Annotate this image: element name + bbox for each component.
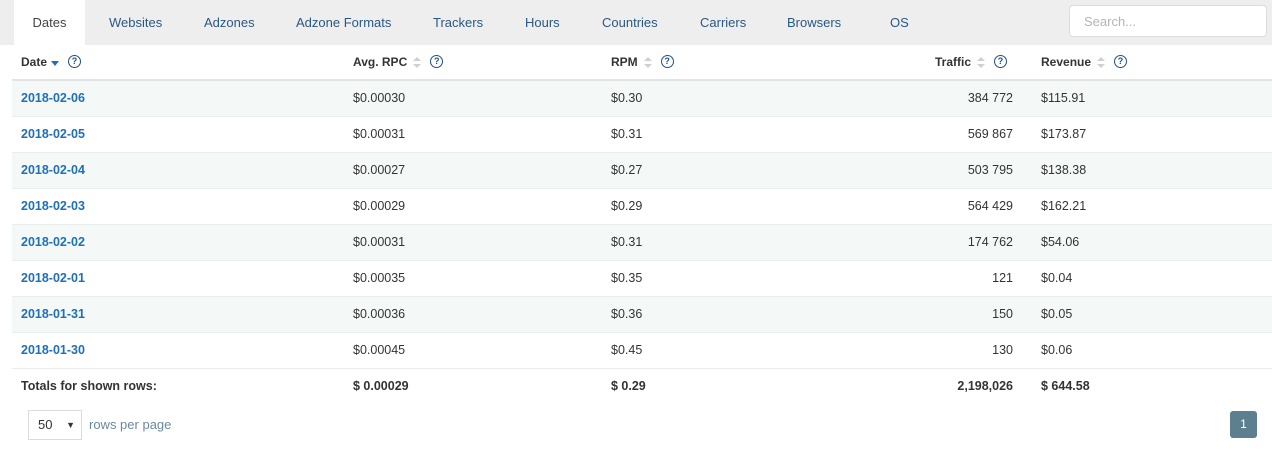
date-link[interactable]: 2018-02-06 (21, 81, 85, 116)
traffic-cell: 130 (992, 343, 1013, 357)
traffic-cell: 121 (992, 271, 1013, 285)
tab-carriers[interactable]: Carriers (700, 0, 746, 45)
column-label: Revenue (1041, 55, 1092, 69)
avg-rpc-cell: $0.00031 (353, 235, 406, 249)
help-icon[interactable]: ? (68, 54, 82, 68)
rpm-cell: $0.36 (611, 307, 643, 321)
avg-rpc-cell: $0.00035 (353, 271, 406, 285)
date-link[interactable]: 2018-02-02 (21, 225, 85, 260)
column-header-traffic[interactable]: Traffic? (935, 45, 1008, 79)
rpm-cell: $0.45 (611, 343, 643, 357)
date-link[interactable]: 2018-02-04 (21, 153, 85, 188)
traffic-cell: 150 (992, 307, 1013, 321)
rpm-cell: $0.27 (611, 163, 643, 177)
column-label: Avg. RPC (353, 55, 408, 69)
sort-icon (1097, 56, 1106, 69)
sort-icon (643, 56, 652, 69)
revenue-cell: $54.06 (1041, 235, 1080, 249)
avg-rpc-cell: $0.00030 (353, 91, 406, 105)
table-row: 2018-02-01 $0.00035 $0.35 121 $0.04 (12, 261, 1272, 297)
total-avg-rpc: $ 0.00029 (353, 379, 409, 393)
rows-per-page-label: rows per page (89, 417, 172, 432)
table-row: 2018-02-05 $0.00031 $0.31 569 867 $173.8… (12, 117, 1272, 153)
rows-per-page-select[interactable]: 50 ▼ (28, 410, 82, 440)
table-row: 2018-02-06 $0.00030 $0.30 384 772 $115.9… (12, 81, 1272, 117)
tab-countries[interactable]: Countries (602, 0, 658, 45)
column-label: Traffic (935, 55, 972, 69)
column-header-date[interactable]: Date? (21, 45, 82, 79)
totals-label: Totals for shown rows: (21, 379, 157, 393)
total-traffic: 2,198,026 (957, 379, 1013, 393)
rpm-cell: $0.29 (611, 199, 643, 213)
search-input[interactable] (1069, 5, 1267, 37)
revenue-cell: $115.91 (1041, 91, 1086, 105)
help-icon[interactable]: ? (430, 54, 444, 68)
total-rpm: $ 0.29 (611, 379, 646, 393)
table-row: 2018-01-31 $0.00036 $0.36 150 $0.05 (12, 297, 1272, 333)
revenue-cell: $138.38 (1041, 163, 1087, 177)
traffic-cell: 384 772 (967, 91, 1013, 105)
sort-desc-icon (51, 61, 60, 67)
help-icon[interactable]: ? (660, 54, 674, 68)
tab-dates[interactable]: Dates (14, 0, 85, 45)
table-row: 2018-02-03 $0.00029 $0.29 564 429 $162.2… (12, 189, 1272, 225)
column-header-rpm[interactable]: RPM? (611, 45, 674, 79)
revenue-cell: $0.04 (1041, 271, 1073, 285)
traffic-cell: 564 429 (967, 199, 1013, 213)
avg-rpc-cell: $0.00045 (353, 343, 406, 357)
help-icon[interactable]: ? (1114, 54, 1128, 68)
date-link[interactable]: 2018-02-05 (21, 117, 85, 152)
table-row: 2018-02-02 $0.00031 $0.31 174 762 $54.06 (12, 225, 1272, 261)
avg-rpc-cell: $0.00036 (353, 307, 406, 321)
sort-icon (977, 56, 986, 69)
table-row: 2018-02-04 $0.00027 $0.27 503 795 $138.3… (12, 153, 1272, 189)
rpm-cell: $0.31 (611, 127, 643, 141)
sort-icon (413, 56, 422, 69)
caret-down-icon: ▼ (66, 420, 75, 430)
revenue-cell: $162.21 (1041, 199, 1087, 213)
traffic-cell: 569 867 (967, 127, 1013, 141)
avg-rpc-cell: $0.00031 (353, 127, 406, 141)
traffic-cell: 174 762 (967, 235, 1013, 249)
date-link[interactable]: 2018-02-01 (21, 261, 85, 296)
revenue-cell: $173.87 (1041, 127, 1087, 141)
tab-os[interactable]: OS (890, 0, 909, 45)
total-revenue: $ 644.58 (1041, 379, 1090, 393)
tab-browsers[interactable]: Browsers (787, 0, 841, 45)
table-footer: 50 ▼ rows per page 1 (0, 400, 1272, 455)
column-header-revenue[interactable]: Revenue? (1041, 45, 1128, 79)
traffic-cell: 503 795 (967, 163, 1013, 177)
totals-row: Totals for shown rows: $ 0.00029 $ 0.29 … (12, 369, 1272, 404)
tab-hours[interactable]: Hours (525, 0, 560, 45)
tab-bar: Dates Websites Adzones Adzone Formats Tr… (0, 0, 1272, 45)
page-1-button[interactable]: 1 (1230, 411, 1257, 438)
column-label: Date (21, 55, 48, 69)
date-link[interactable]: 2018-01-30 (21, 333, 85, 368)
tab-websites[interactable]: Websites (109, 0, 162, 45)
stats-table: Date? Avg. RPC? RPM? Traffic? Revenue? 2… (12, 45, 1272, 404)
rows-per-page-value: 50 (38, 417, 53, 432)
table-row: 2018-01-30 $0.00045 $0.45 130 $0.06 (12, 333, 1272, 369)
column-header-avg-rpc[interactable]: Avg. RPC? (353, 45, 444, 79)
table-header: Date? Avg. RPC? RPM? Traffic? Revenue? (12, 45, 1272, 81)
date-link[interactable]: 2018-02-03 (21, 189, 85, 224)
rpm-cell: $0.31 (611, 235, 643, 249)
revenue-cell: $0.06 (1041, 343, 1073, 357)
rpm-cell: $0.30 (611, 91, 643, 105)
avg-rpc-cell: $0.00027 (353, 163, 406, 177)
rpm-cell: $0.35 (611, 271, 643, 285)
date-link[interactable]: 2018-01-31 (21, 297, 85, 332)
help-icon[interactable]: ? (994, 54, 1008, 68)
tab-trackers[interactable]: Trackers (433, 0, 483, 45)
revenue-cell: $0.05 (1041, 307, 1073, 321)
tab-adzones[interactable]: Adzones (204, 0, 255, 45)
column-label: RPM (611, 55, 638, 69)
tab-adzone-formats[interactable]: Adzone Formats (296, 0, 391, 45)
avg-rpc-cell: $0.00029 (353, 199, 406, 213)
